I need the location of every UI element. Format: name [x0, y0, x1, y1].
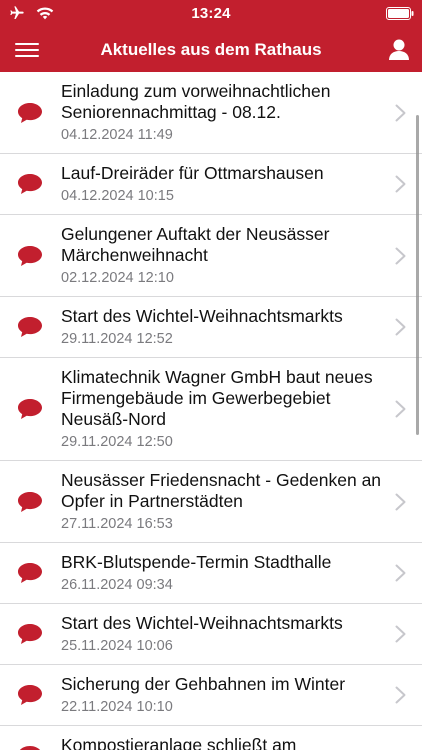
status-bar: 13:24 [0, 0, 422, 28]
news-title: Gelungener Auftakt der Neusässer Märchen… [61, 224, 330, 265]
speech-bubble-icon [17, 102, 43, 124]
news-title: Einladung zum vorweihnachtlichen Seniore… [61, 81, 331, 122]
news-title: Kompostieranlage schließt am [61, 735, 297, 750]
chevron-right-icon [395, 564, 406, 582]
page-title: Aktuelles aus dem Rathaus [100, 40, 322, 59]
chevron-right-icon [395, 318, 406, 336]
scrollbar[interactable] [416, 115, 419, 435]
chevron-right-icon [395, 625, 406, 643]
news-item[interactable]: Gelungener Auftakt der Neusässer Märchen… [0, 215, 422, 297]
news-title: Start des Wichtel-Weihnachtsmarkts [61, 613, 343, 633]
speech-bubble-icon [17, 623, 43, 645]
news-title: Neusässer Friedensnacht - Gedenken an Op… [61, 470, 382, 511]
user-icon[interactable] [386, 37, 412, 63]
news-item[interactable]: Lauf-Dreiräder für Ottmarshausen 04.12.20… [0, 154, 422, 215]
news-date: 26.11.2024 09:34 [61, 577, 173, 593]
news-title: Lauf-Dreiräder für Ottmarshausen [61, 163, 324, 183]
speech-bubble-icon [17, 491, 43, 513]
news-date: 29.11.2024 12:52 [61, 331, 173, 347]
news-date: 04.12.2024 10:15 [61, 188, 174, 204]
news-item[interactable]: Einladung zum vorweihnachtlichen Seniore… [0, 72, 422, 154]
navigation-bar: Aktuelles aus dem Rathaus [0, 28, 422, 72]
news-item[interactable]: Start des Wichtel-Weihnachtsmarkts 25.11.… [0, 604, 422, 665]
speech-bubble-icon [17, 245, 43, 267]
news-list[interactable]: Einladung zum vorweihnachtlichen Seniore… [0, 72, 422, 750]
chevron-right-icon [395, 104, 406, 122]
news-item[interactable]: Kompostieranlage schließt am [0, 726, 422, 750]
speech-bubble-icon [17, 173, 43, 195]
news-date: 25.11.2024 10:06 [61, 638, 173, 654]
news-title: Start des Wichtel-Weihnachtsmarkts [61, 306, 343, 326]
news-title: Sicherung der Gehbahnen im Winter [61, 674, 346, 694]
chevron-right-icon [395, 493, 406, 511]
news-title: Klimatechnik Wagner GmbH baut neues Firm… [61, 367, 373, 429]
news-date: 22.11.2024 10:10 [61, 699, 173, 715]
chevron-right-icon [395, 247, 406, 265]
status-time: 13:24 [191, 5, 231, 22]
speech-bubble-icon [17, 684, 43, 706]
chevron-right-icon [395, 175, 406, 193]
news-date: 04.12.2024 11:49 [61, 127, 173, 143]
chevron-right-icon [395, 400, 406, 418]
news-title: BRK-Blutspende-Termin Stadthalle [61, 552, 332, 572]
battery-icon [386, 7, 414, 20]
news-date: 29.11.2024 12:50 [61, 434, 173, 450]
news-date: 27.11.2024 16:53 [61, 516, 173, 532]
news-item[interactable]: Start des Wichtel-Weihnachtsmarkts 29.11.… [0, 297, 422, 358]
news-date: 02.12.2024 12:10 [61, 270, 174, 286]
news-item[interactable]: Neusässer Friedensnacht - Gedenken an Op… [0, 461, 422, 543]
news-item[interactable]: Klimatechnik Wagner GmbH baut neues Firm… [0, 358, 422, 461]
speech-bubble-icon [17, 398, 43, 420]
news-item[interactable]: BRK-Blutspende-Termin Stadthalle 26.11.20… [0, 543, 422, 604]
news-item[interactable]: Sicherung der Gehbahnen im Winter 22.11.2… [0, 665, 422, 726]
speech-bubble-icon [17, 562, 43, 584]
speech-bubble-icon [17, 745, 43, 750]
speech-bubble-icon [17, 316, 43, 338]
chevron-right-icon [395, 686, 406, 704]
